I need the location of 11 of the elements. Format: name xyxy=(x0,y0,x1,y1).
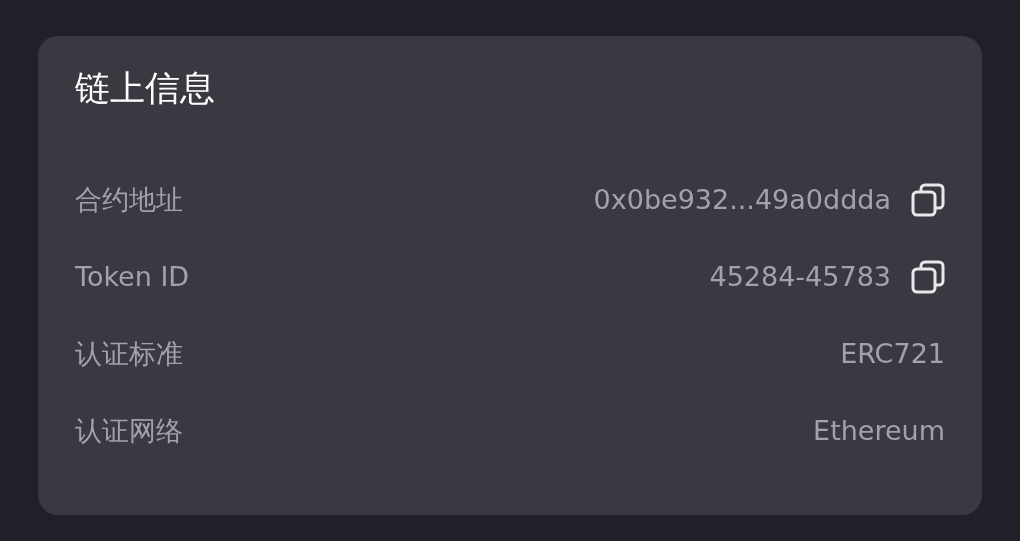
row-value: 0x0be932...49a0ddda xyxy=(593,184,891,215)
copy-icon[interactable] xyxy=(911,182,945,217)
row-value: ERC721 xyxy=(840,338,945,369)
copy-icon[interactable] xyxy=(911,259,945,294)
row-value: Ethereum xyxy=(813,415,945,446)
card-title: 链上信息 xyxy=(75,68,216,108)
row-label: 合约地址 xyxy=(75,182,183,217)
row-label: 认证标准 xyxy=(75,336,183,371)
row-label: 认证网络 xyxy=(75,413,183,448)
row-label: Token ID xyxy=(75,261,190,292)
row-value: 45284-45783 xyxy=(709,261,891,292)
